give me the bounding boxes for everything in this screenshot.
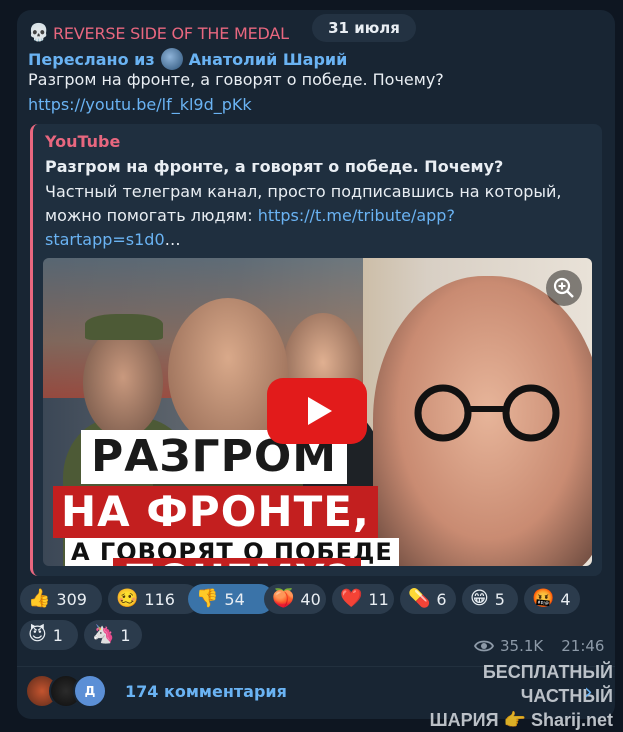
message-link[interactable]: https://youtu.be/lf_kl9d_pKk — [28, 95, 252, 114]
view-count: 35.1K — [500, 637, 544, 655]
preview-desc-line3: startapp=s1d0… — [45, 228, 593, 252]
message-text: Разгром на фронте, а говорят о победе. П… — [28, 70, 444, 89]
reaction-count: 6 — [436, 589, 447, 609]
reaction-count: 4 — [560, 589, 571, 609]
thumbs-up-icon: 👍 — [28, 588, 51, 609]
watermark-line1: БЕСПЛАТНЫЙ ЧАСТНЫЙ — [482, 662, 613, 706]
preview-desc-text: можно помогать людям: — [45, 206, 258, 225]
thumbnail-caption-line4: ПОЧЕМУ? — [113, 558, 361, 566]
reaction-count: 11 — [368, 589, 389, 609]
preview-desc-ellipsis: … — [164, 230, 181, 249]
glasses-graphic — [414, 384, 560, 442]
preview-desc-line1: Частный телеграм канал, просто подписавш… — [45, 182, 562, 201]
reaction-thumbs-up[interactable]: 👍 309 — [20, 584, 102, 614]
watermark-line2: ШАРИЯ 👉 Sharij.net — [429, 710, 613, 730]
reaction-count: 5 — [494, 589, 505, 609]
date-badge: 31 июля — [312, 14, 416, 42]
reaction-thumbs-down[interactable]: 👎 54 — [188, 584, 274, 614]
forwarded-avatar[interactable] — [160, 48, 183, 70]
preview-desc-link-cont[interactable]: startapp=s1d0 — [45, 230, 165, 249]
channel-name[interactable]: REVERSE SIDE OF THE MEDAL — [53, 24, 289, 43]
preview-desc-link[interactable]: https://t.me/tribute/app? — [258, 206, 455, 225]
preview-description: Частный телеграм канал, просто подписавш… — [45, 180, 593, 252]
reaction-count: 309 — [56, 589, 87, 609]
reaction-heart[interactable]: ❤️ 11 — [332, 584, 394, 614]
video-thumbnail[interactable]: НА ФРОНТЕ, РАЗГРОМ А ГОВОРЯТ О ПОБЕДЕ ПО… — [43, 258, 592, 566]
thumbnail-caption-line2: НА ФРОНТЕ, — [53, 486, 378, 538]
peach-icon: 🍑 — [272, 588, 295, 609]
skull-icon: 💀 — [28, 23, 49, 43]
zoom-button[interactable] — [546, 270, 582, 306]
zoom-in-icon — [553, 277, 574, 298]
chevron-right-icon[interactable]: › — [584, 680, 593, 705]
reaction-pill[interactable]: 💊 6 — [400, 584, 456, 614]
grin-icon: 😁 — [470, 588, 489, 609]
play-icon — [308, 397, 332, 425]
message-meta: 35.1K 21:46 — [474, 637, 604, 655]
channel-header[interactable]: 💀 REVERSE SIDE OF THE MEDAL — [28, 18, 289, 48]
forwarded-prefix: Переслано из — [28, 49, 155, 69]
reaction-unicorn[interactable]: 🦄 1 — [84, 620, 142, 650]
thumbnail-face-left — [83, 328, 163, 438]
woozy-face-icon: 🥴 — [116, 588, 139, 609]
reaction-count: 54 — [224, 589, 245, 609]
cursing-face-icon: 🤬 — [532, 588, 555, 609]
preview-source: YouTube — [45, 132, 121, 151]
forwarded-author[interactable]: Анатолий Шарий — [189, 50, 348, 69]
reaction-devil[interactable]: 😈 1 — [20, 620, 78, 650]
reaction-count: 1 — [52, 625, 63, 645]
unicorn-icon: 🦄 — [92, 624, 115, 645]
reaction-count: 1 — [120, 625, 131, 645]
comments-bar[interactable]: Д 174 комментария — [25, 674, 287, 708]
reaction-woozy[interactable]: 🥴 116 — [108, 584, 200, 614]
reaction-cursing[interactable]: 🤬 4 — [524, 584, 580, 614]
comments-count-label[interactable]: 174 комментария — [125, 682, 287, 701]
reaction-grin[interactable]: 😁 5 — [462, 584, 518, 614]
watermark: БЕСПЛАТНЫЙ ЧАСТНЫЙ ШАРИЯ 👉 Sharij.net — [391, 660, 613, 730]
message-time: 21:46 — [561, 637, 605, 655]
heart-icon: ❤️ — [340, 588, 363, 609]
forwarded-header[interactable]: Переслано из Анатолий Шарий — [28, 46, 347, 72]
eye-icon — [474, 640, 494, 652]
commenter-avatar: Д — [73, 674, 107, 708]
preview-desc-line2: можно помогать людям: https://t.me/tribu… — [45, 204, 593, 228]
link-preview[interactable]: YouTube Разгром на фронте, а говорят о п… — [30, 124, 602, 576]
thumbnail-military-cap — [85, 314, 163, 340]
reaction-peach[interactable]: 🍑 40 — [264, 584, 326, 614]
thumbs-down-icon: 👎 — [196, 588, 219, 609]
preview-title: Разгром на фронте, а говорят о победе. П… — [45, 157, 504, 176]
reaction-count: 116 — [144, 589, 175, 609]
pill-icon: 💊 — [408, 588, 431, 609]
play-button[interactable] — [267, 378, 367, 444]
reaction-count: 40 — [300, 589, 321, 609]
devil-icon: 😈 — [28, 624, 47, 645]
